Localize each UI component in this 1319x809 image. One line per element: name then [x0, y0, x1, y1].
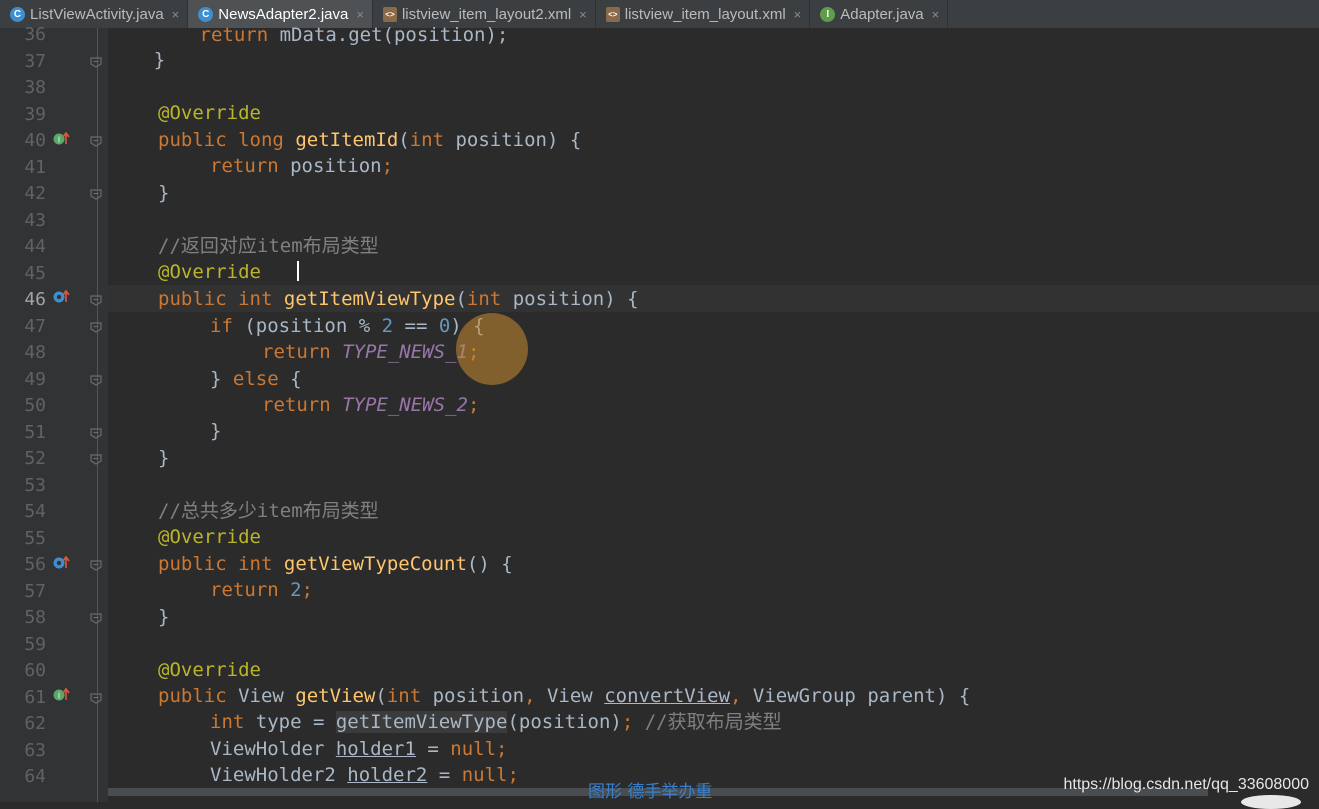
line-number: 50 — [24, 395, 46, 416]
code-line-44: //返回对应item布局类型 — [158, 235, 379, 257]
close-icon[interactable]: × — [794, 7, 802, 22]
line-number: 37 — [24, 50, 46, 72]
code-line-54: //总共多少item布局类型 — [158, 500, 379, 522]
code-line-58: } — [158, 606, 170, 628]
code-line-55: @Override — [158, 526, 261, 548]
fold-icon[interactable] — [89, 452, 103, 466]
fold-icon[interactable] — [89, 691, 103, 705]
line-number: 52 — [24, 448, 46, 469]
code-line-39: @Override — [158, 102, 261, 124]
fold-icon[interactable] — [89, 611, 103, 625]
fold-icon[interactable] — [89, 373, 103, 387]
line-number: 64 — [24, 766, 46, 787]
code-line-41: return position; — [210, 155, 394, 177]
line-number: 43 — [24, 209, 46, 231]
tab-label: Adapter.java — [840, 5, 924, 23]
tab-label: listview_item_layout.xml — [624, 5, 786, 23]
fold-icon[interactable] — [89, 55, 103, 69]
line-number: 55 — [24, 527, 46, 549]
line-number: 45 — [24, 262, 46, 284]
line-number: 44 — [24, 236, 46, 257]
line-number: 39 — [24, 103, 46, 125]
line-number: 58 — [24, 607, 46, 628]
code-line-61: public View getView(int position, View c… — [158, 685, 971, 707]
line-number: 48 — [24, 342, 46, 363]
line-number: 46 — [24, 289, 46, 310]
line-number: 62 — [24, 713, 46, 734]
xml-file-icon: <> — [382, 6, 397, 22]
xml-file-icon: <> — [605, 6, 620, 22]
code-line-42: } — [158, 182, 170, 204]
svg-text:I: I — [58, 136, 60, 145]
tab-label: listview_item_layout2.xml — [401, 5, 572, 23]
code-line-52: } — [158, 447, 170, 469]
code-line-56: public int getViewTypeCount() { — [158, 553, 513, 575]
line-number: 49 — [24, 368, 46, 390]
code-editor[interactable]: return mData.get(position); } @Override … — [108, 24, 1319, 802]
line-number: 38 — [24, 77, 46, 98]
svg-text:I: I — [58, 692, 60, 701]
watermark: https://blog.csdn.net/qq_33608000 — [1063, 776, 1309, 793]
close-icon[interactable]: × — [579, 7, 587, 22]
click-indicator — [456, 313, 528, 385]
code-line-48: return TYPE_NEWS_1; — [262, 341, 479, 363]
tab-listview-item-layout[interactable]: <> listview_item_layout.xml × — [596, 0, 811, 28]
line-number: 41 — [24, 156, 46, 178]
code-line-51: } — [210, 420, 222, 442]
code-line-57: return 2; — [210, 579, 313, 601]
line-number: 51 — [24, 421, 46, 443]
tab-label: ListViewActivity.java — [30, 5, 164, 23]
fold-icon[interactable] — [89, 187, 103, 201]
close-icon[interactable]: × — [932, 7, 940, 22]
code-line-64: ViewHolder2 holder2 = null; — [210, 764, 519, 786]
code-line-60: @Override — [158, 659, 261, 681]
line-number: 40 — [24, 130, 46, 151]
tab-label: NewsAdapter2.java — [218, 5, 349, 23]
overlay-shape — [1241, 795, 1301, 809]
code-line-46: public int getItemViewType(int position)… — [158, 288, 639, 310]
fold-icon[interactable] — [89, 293, 103, 307]
line-number: 63 — [24, 739, 46, 761]
overrides-method-icon[interactable] — [52, 288, 70, 306]
line-number: 59 — [24, 633, 46, 655]
line-number: 36 — [24, 24, 46, 45]
line-number: 53 — [24, 474, 46, 496]
code-line-37: } — [108, 49, 166, 71]
line-number: 42 — [24, 183, 46, 204]
text-caret — [297, 261, 299, 281]
code-line-50: return TYPE_NEWS_2; — [262, 394, 480, 416]
fold-icon[interactable] — [89, 426, 103, 440]
implements-method-icon[interactable]: I — [52, 686, 70, 704]
video-subtitle: 图形 德手举办重 — [588, 782, 713, 802]
code-line-63: ViewHolder holder1 = null; — [210, 738, 508, 760]
line-number: 60 — [24, 660, 46, 681]
fold-icon[interactable] — [89, 558, 103, 572]
fold-icon[interactable] — [89, 134, 103, 148]
close-icon[interactable]: × — [172, 7, 180, 22]
line-number: 56 — [24, 554, 46, 575]
code-line-45: @Override — [158, 261, 261, 283]
overrides-method-icon[interactable] — [52, 554, 70, 572]
close-icon[interactable]: × — [356, 7, 364, 22]
code-line-62: int type = getItemViewType(position); //… — [210, 711, 782, 733]
code-line-47: if (position % 2 == 0) { — [210, 315, 485, 337]
fold-icon[interactable] — [89, 320, 103, 334]
code-line-40: public long getItemId(int position) { — [158, 129, 582, 151]
class-file-icon: C — [198, 6, 214, 22]
line-number: 54 — [24, 501, 46, 522]
code-line-36: return mData.get(position); — [199, 24, 509, 46]
class-file-icon: C — [10, 6, 25, 22]
line-number: 61 — [24, 686, 46, 708]
line-number: 47 — [24, 315, 46, 337]
tab-adapter[interactable]: I Adapter.java × — [810, 0, 949, 28]
interface-file-icon: I — [820, 6, 836, 22]
implements-method-icon[interactable]: I — [52, 130, 70, 148]
line-number: 57 — [24, 580, 46, 602]
code-line-49: } else { — [210, 368, 302, 390]
